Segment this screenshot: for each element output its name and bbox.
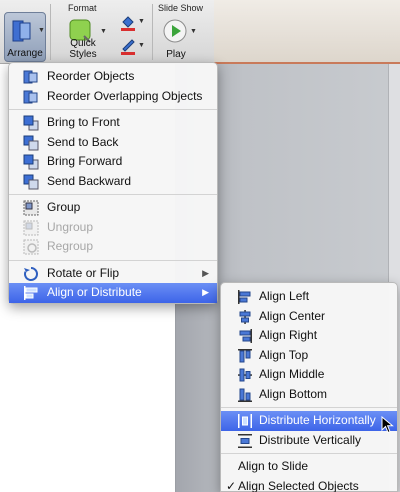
regroup-icon: [23, 239, 39, 255]
play-icon: [163, 19, 187, 43]
submenu-item-align-bottom[interactable]: Align Bottom: [221, 385, 397, 405]
quick-styles-label: Quick Styles: [69, 38, 97, 60]
menu-item-regroup: Regroup: [9, 237, 217, 257]
mouse-pointer-icon: [381, 416, 394, 434]
align-top-icon: [238, 348, 252, 362]
submenu-arrow-icon: ▶: [202, 267, 209, 278]
align-bottom-icon: [238, 388, 252, 402]
submenu-item-align-selected-objects[interactable]: ✓ Align Selected Objects: [221, 477, 397, 492]
ribbon-separator: [152, 4, 153, 60]
submenu-item-align-center[interactable]: Align Center: [221, 307, 397, 327]
menu-item-label: Reorder Objects: [47, 69, 135, 83]
submenu-item-label: Distribute Horizontally: [259, 413, 376, 427]
line-color-button[interactable]: ▼: [116, 38, 148, 60]
arrange-label: Arrange: [7, 48, 43, 59]
play-dropdown-arrow-icon: ▼: [190, 28, 197, 35]
quick-styles-dropdown-arrow-icon: ▼: [100, 28, 107, 35]
submenu-arrow-icon: ▶: [202, 287, 209, 297]
menu-item-reorder-overlapping-objects[interactable]: Reorder Overlapping Objects: [9, 87, 217, 107]
fill-color-dropdown-arrow-icon: ▼: [138, 18, 145, 25]
submenu-item-label: Align Selected Objects: [238, 478, 359, 492]
reorder-overlapping-icon: [23, 90, 38, 103]
submenu-item-label: Align Bottom: [259, 386, 328, 401]
play-button[interactable]: ▼ Play: [156, 12, 197, 62]
fill-color-button[interactable]: ▼: [116, 12, 148, 34]
menu-divider: [9, 109, 217, 110]
submenu-divider: [221, 407, 397, 408]
menu-divider: [9, 194, 217, 195]
submenu-divider: [221, 453, 397, 454]
menu-item-label: Ungroup: [47, 219, 94, 234]
align-distribute-submenu: Align Left Align Center Align Right Alig…: [220, 282, 398, 492]
send-backward-icon: [23, 174, 39, 189]
arrange-button[interactable]: ▼ Arrange: [4, 12, 46, 62]
menu-item-label: Bring to Front: [47, 115, 120, 129]
menu-item-label: Send Backward: [47, 173, 132, 188]
submenu-item-label: Align Center: [259, 308, 326, 323]
menu-item-group[interactable]: Group: [9, 198, 217, 218]
align-left-icon: [238, 290, 251, 304]
menu-item-send-to-back[interactable]: Send to Back: [9, 133, 217, 153]
menu-divider: [9, 259, 217, 261]
align-distribute-icon: [24, 286, 38, 300]
submenu-item-label: Align Right: [259, 328, 318, 342]
rotate-icon: [24, 266, 38, 281]
submenu-item-align-left[interactable]: Align Left: [221, 287, 397, 307]
checkmark-icon: ✓: [226, 478, 237, 492]
submenu-item-align-middle[interactable]: Align Middle: [221, 365, 397, 385]
distribute-horizontally-icon: [238, 414, 252, 428]
distribute-vertically-icon: [238, 433, 252, 448]
menu-item-send-backward[interactable]: Send Backward: [9, 172, 217, 192]
menu-item-rotate-or-flip[interactable]: Rotate or Flip ▶: [9, 264, 217, 284]
menu-item-label: Regroup: [47, 239, 94, 253]
menu-item-reorder-objects[interactable]: Reorder Objects: [9, 67, 217, 87]
submenu-item-align-top[interactable]: Align Top: [221, 346, 397, 366]
menu-item-bring-to-front[interactable]: Bring to Front: [9, 113, 217, 133]
submenu-item-label: Align Middle: [259, 367, 325, 381]
arrange-dropdown-arrow-icon: ▼: [38, 27, 45, 34]
line-color-dropdown-arrow-icon: ▼: [138, 42, 145, 49]
ribbon-tab-area: [214, 0, 400, 64]
pen-icon: [121, 39, 135, 55]
ribbon-separator: [50, 4, 51, 60]
submenu-item-distribute-vertically[interactable]: Distribute Vertically: [221, 431, 397, 451]
arrange-menu: Reorder Objects Reorder Overlapping Obje…: [8, 62, 218, 304]
reorder-objects-icon: [23, 70, 38, 84]
menu-item-label: Align or Distribute: [47, 285, 142, 299]
menu-item-label: Send to Back: [47, 134, 119, 149]
quick-styles-button[interactable]: ▼ Quick Styles: [56, 12, 110, 62]
submenu-item-label: Align Left: [259, 289, 310, 303]
bring-forward-icon: [23, 154, 39, 170]
menu-item-label: Rotate or Flip: [47, 265, 120, 280]
align-right-icon: [239, 329, 252, 343]
menu-item-ungroup: Ungroup: [9, 218, 217, 238]
submenu-item-distribute-horizontally[interactable]: Distribute Horizontally: [221, 411, 397, 431]
group-icon: [23, 200, 39, 216]
submenu-item-label: Align to Slide: [238, 459, 309, 473]
paint-bucket-icon: [121, 16, 135, 31]
submenu-item-label: Align Top: [259, 347, 309, 362]
submenu-item-align-to-slide[interactable]: Align to Slide: [221, 457, 397, 477]
bring-to-front-icon: [23, 115, 39, 131]
menu-item-label: Reorder Overlapping Objects: [47, 88, 203, 103]
submenu-item-align-right[interactable]: Align Right: [221, 326, 397, 346]
menu-item-label: Bring Forward: [47, 154, 123, 168]
menu-item-align-or-distribute[interactable]: Align or Distribute ▶: [9, 283, 217, 303]
play-label: Play: [166, 49, 186, 60]
ungroup-icon: [23, 220, 39, 235]
menu-item-label: Group: [47, 200, 81, 214]
submenu-item-label: Distribute Vertically: [259, 432, 362, 447]
send-to-back-icon: [23, 135, 39, 150]
menu-item-bring-forward[interactable]: Bring Forward: [9, 152, 217, 172]
ribbon: Format Slide Show ▼ Arrange ▼ Quick Styl…: [0, 0, 400, 64]
align-center-icon: [239, 309, 251, 324]
align-middle-icon: [238, 368, 252, 382]
arrange-icon: [12, 20, 31, 42]
